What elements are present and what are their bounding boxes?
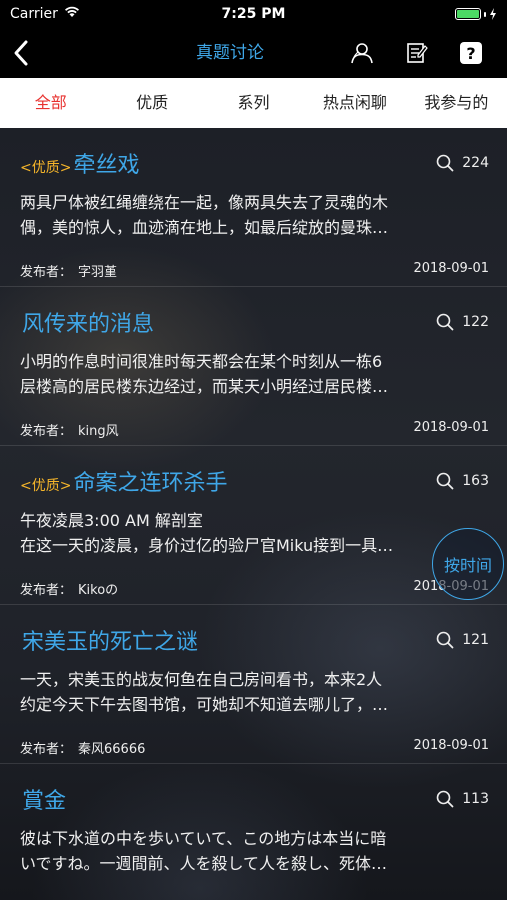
view-count-value: 224 xyxy=(462,155,489,171)
author-name[interactable]: 秦风66666 xyxy=(78,738,145,757)
sort-by-time-button[interactable]: 按时间 xyxy=(432,528,504,600)
tab-participated[interactable]: 我参与的 xyxy=(406,78,507,128)
view-count-value: 163 xyxy=(462,473,489,489)
post-excerpt: 一天，宋美玉的战友何鱼在自己房间看书，本来2人 约定今天下午去图书馆，可她却不知… xyxy=(20,667,483,719)
tab-hot-chat[interactable]: 热点闲聊 xyxy=(304,78,405,128)
author-name[interactable]: 字羽堇 xyxy=(78,261,117,280)
excerpt-line: 小明的作息时间很准时每天都会在某个时刻从一栋6 xyxy=(20,352,383,371)
post-date: 2018-09-01 xyxy=(413,261,489,276)
post-header: 风传来的消息 xyxy=(20,307,154,339)
quality-badge: <优质> xyxy=(20,160,72,176)
view-count: 224 xyxy=(436,154,489,172)
help-icon[interactable]: ? xyxy=(457,39,485,67)
excerpt-line: 两具尸体被红绳缠绕在一起，像两具失去了灵魂的木 xyxy=(20,193,389,212)
tab-quality[interactable]: 优质 xyxy=(101,78,202,128)
author-label: 发布者： xyxy=(20,424,73,439)
post-excerpt: 彼は下水道の中を歩いていて、この地方は本当に暗 いですね。一週間前、人を殺して人… xyxy=(20,826,483,878)
user-icon[interactable] xyxy=(348,39,376,67)
view-count-value: 122 xyxy=(462,314,489,330)
post-meta: 发布者： 字羽堇 2018-09-01 xyxy=(20,261,489,280)
post-title[interactable]: 风传来的消息 xyxy=(22,311,154,339)
tab-series[interactable]: 系列 xyxy=(203,78,304,128)
post-date: 2018-09-01 xyxy=(413,420,489,435)
post-header: 宋美玉的死亡之谜 xyxy=(20,625,198,657)
view-count-value: 121 xyxy=(462,632,489,648)
post-header: <优质> 牵丝戏 xyxy=(20,148,139,180)
view-count: 122 xyxy=(436,313,489,331)
post-header: 賞金 xyxy=(20,784,66,816)
view-count: 121 xyxy=(436,631,489,649)
tab-all[interactable]: 全部 xyxy=(0,78,101,128)
search-icon xyxy=(436,313,454,331)
list-item[interactable]: <优质> 牵丝戏 224 两具尸体被红绳缠绕在一起，像两具失去了灵魂的木 偶，美… xyxy=(0,128,507,287)
chevron-left-icon[interactable] xyxy=(12,36,42,70)
view-count: 113 xyxy=(436,790,489,808)
excerpt-line: 偶，美的惊人，血迹滴在地上，如最后绽放的曼珠… xyxy=(20,218,389,237)
status-bar: Carrier 7:25 PM xyxy=(0,0,507,28)
excerpt-line: 彼は下水道の中を歩いていて、この地方は本当に暗 xyxy=(20,829,387,848)
post-header: <优质> 命案之连环杀手 xyxy=(20,466,227,498)
author-name[interactable]: king风 xyxy=(78,420,119,439)
status-time: 7:25 PM xyxy=(221,6,286,22)
search-icon xyxy=(436,154,454,172)
post-meta: 发布者： king风 2018-09-01 xyxy=(20,420,489,439)
list-item[interactable]: <优质> 命案之连环杀手 163 午夜凌晨3:00 AM 解剖室 在这一天的凌晨… xyxy=(0,446,507,605)
excerpt-line: 在这一天的凌晨，身价过亿的验尸官Miku接到一具… xyxy=(20,536,394,555)
view-count: 163 xyxy=(436,472,489,490)
list-item[interactable]: 賞金 113 彼は下水道の中を歩いていて、この地方は本当に暗 いですね。一週間前… xyxy=(0,764,507,900)
author-label: 发布者： xyxy=(20,265,73,280)
list-item[interactable]: 宋美玉的死亡之谜 121 一天，宋美玉的战友何鱼在自己房间看书，本来2人 约定今… xyxy=(0,605,507,764)
author-label: 发布者： xyxy=(20,583,73,598)
post-title[interactable]: 宋美玉的死亡之谜 xyxy=(22,629,198,657)
excerpt-line: 层楼高的居民楼东边经过，而某天小明经过居民楼… xyxy=(20,377,389,396)
note-icon[interactable] xyxy=(403,39,431,67)
post-meta: 发布者：Kikoの 2018-09-01 xyxy=(20,579,489,598)
nav-bar: 真题讨论 ? xyxy=(0,28,507,78)
author-label: 发布者： xyxy=(20,742,73,757)
list-item[interactable]: 风传来的消息 122 小明的作息时间很准时每天都会在某个时刻从一栋6 层楼高的居… xyxy=(0,287,507,446)
page-title: 真题讨论 xyxy=(196,43,264,63)
author-name[interactable]: Kikoの xyxy=(78,579,118,598)
post-date: 2018-09-01 xyxy=(413,738,489,753)
post-excerpt: 两具尸体被红绳缠绕在一起，像两具失去了灵魂的木 偶，美的惊人，血迹滴在地上，如最… xyxy=(20,190,483,242)
post-list: <优质> 牵丝戏 224 两具尸体被红绳缠绕在一起，像两具失去了灵魂的木 偶，美… xyxy=(0,128,507,900)
search-icon xyxy=(436,472,454,490)
excerpt-line: いですね。一週間前、人を殺して人を殺し、死体… xyxy=(20,854,388,873)
help-label: ? xyxy=(466,44,475,63)
post-title[interactable]: 命案之连环杀手 xyxy=(73,470,227,498)
excerpt-line: 约定今天下午去图书馆，可她却不知道去哪儿了，… xyxy=(20,695,389,714)
search-icon xyxy=(436,790,454,808)
tab-bar: 全部 优质 系列 热点闲聊 我参与的 xyxy=(0,78,507,128)
post-excerpt: 午夜凌晨3:00 AM 解剖室 在这一天的凌晨，身价过亿的验尸官Miku接到一具… xyxy=(20,508,483,560)
search-icon xyxy=(436,631,454,649)
post-excerpt: 小明的作息时间很准时每天都会在某个时刻从一栋6 层楼高的居民楼东边经过，而某天小… xyxy=(20,349,483,401)
excerpt-line: 一天，宋美玉的战友何鱼在自己房间看书，本来2人 xyxy=(20,670,383,689)
post-meta: 发布者： 秦风66666 2018-09-01 xyxy=(20,738,489,757)
quality-badge: <优质> xyxy=(20,478,72,494)
post-title[interactable]: 賞金 xyxy=(22,788,66,816)
view-count-value: 113 xyxy=(462,791,489,807)
excerpt-line: 午夜凌晨3:00 AM 解剖室 xyxy=(20,511,203,530)
post-title[interactable]: 牵丝戏 xyxy=(73,152,139,180)
